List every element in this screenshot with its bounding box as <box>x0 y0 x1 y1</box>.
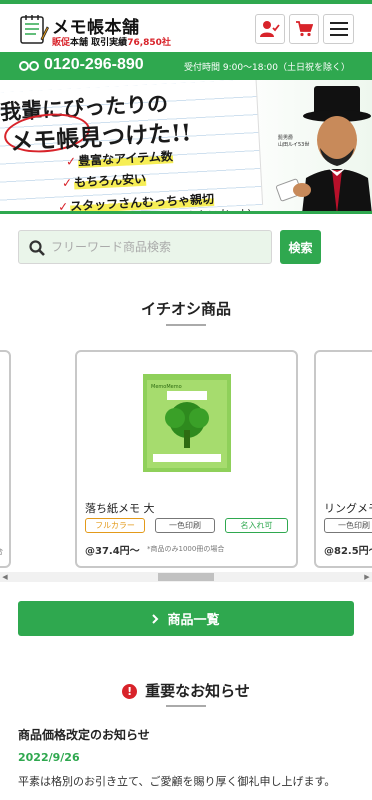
user-check-icon <box>260 21 280 37</box>
logo-sub-mid: 本舗 <box>70 38 89 48</box>
search-icon <box>29 240 45 256</box>
notepad-logo-icon <box>20 15 49 44</box>
search-box <box>18 230 272 264</box>
product-price-note: *商品のみ1000冊の場合 <box>147 545 225 553</box>
tag-full-color: フルカラー <box>85 518 145 533</box>
cart-button[interactable] <box>289 14 319 44</box>
phone-number-link[interactable]: 0120-296-890 <box>44 56 144 74</box>
product-card[interactable]: MemoMemo 落ち紙メモ 大 フルカラー 一色印刷 名入れ可 @37.4円～… <box>75 350 298 568</box>
scrollbar-thumb[interactable] <box>158 573 214 581</box>
tag-one-color-print: 一色印刷 <box>324 518 372 533</box>
phone-bar: 0120-296-890 受付時間 9:00～18:00（土日祝を除く） <box>0 52 372 80</box>
product-price: @37.4円～ <box>85 546 140 557</box>
alert-icon: ! <box>122 684 138 699</box>
notice-body: 平素は格別のお引き立て、ご愛顧を賜り厚く御礼申し上げます。 <box>18 775 336 788</box>
tag-one-color-print: 一色印刷 <box>155 518 215 533</box>
product-name[interactable]: リングメモ <box>324 500 372 516</box>
cart-icon <box>296 21 313 37</box>
scroll-right-arrow-icon[interactable]: ▶ <box>362 572 372 582</box>
logo-sub-text: 取引実績 <box>91 38 128 48</box>
product-price: @82.5円～ <box>324 546 372 557</box>
logo-sub-count: 76,850社 <box>127 38 171 48</box>
featured-carousel[interactable]: 合 MemoMemo 落ち紙メモ 大 フルカラー 一色印刷 名入れ可 @37.4… <box>0 348 372 584</box>
chevron-right-icon <box>152 613 159 624</box>
product-card-prev[interactable]: 合 <box>0 350 11 568</box>
search-input[interactable] <box>51 231 267 263</box>
svg-text:MemoMemo: MemoMemo <box>151 384 182 390</box>
product-name[interactable]: 落ち紙メモ 大 <box>85 500 155 516</box>
product-image-memo-pad: MemoMemo <box>143 374 231 472</box>
freedial-icon <box>19 61 39 71</box>
account-button[interactable] <box>255 14 285 44</box>
hamburger-icon <box>329 22 348 36</box>
notice-heading[interactable]: 商品価格改定のお知らせ <box>18 726 150 743</box>
notice-title-underline <box>166 705 206 707</box>
hero-banner[interactable]: 我輩にぴったりの メモ帳見つけた!! ✓豊富なアイテム数 ✓もちろん安い ✓スタ… <box>0 80 372 214</box>
featured-section-title: イチオシ商品 <box>140 300 231 318</box>
notice-section-title: ! 重要なお知らせ <box>0 680 372 701</box>
search-button[interactable]: 検索 <box>280 230 321 264</box>
carousel-scrollbar[interactable]: ◀ ▶ <box>0 572 372 582</box>
logo-sub-prefix: 販促 <box>52 38 71 48</box>
hamburger-menu-button[interactable] <box>323 14 354 44</box>
featured-title-underline <box>166 324 206 326</box>
scroll-left-arrow-icon[interactable]: ◀ <box>0 572 10 582</box>
site-header: メモ帳本舗 販促本舗 取引実績76,850社 <box>0 4 372 52</box>
business-hours: 受付時間 9:00～18:00（土日祝を除く） <box>183 63 350 73</box>
banner-person-illustration <box>275 86 372 211</box>
product-list-button[interactable]: 商品一覧 <box>18 601 354 636</box>
tag-name-printable: 名入れ可 <box>225 518 288 533</box>
product-card-next[interactable]: リングメモ 一色印刷 @82.5円～ <box>314 350 372 568</box>
notice-date: 2022/9/26 <box>18 751 80 764</box>
product-list-button-label: 商品一覧 <box>167 613 220 628</box>
site-logo-subtitle: 販促本舗 取引実績76,850社 <box>52 35 171 48</box>
product-note-fragment: 合 <box>0 546 3 557</box>
